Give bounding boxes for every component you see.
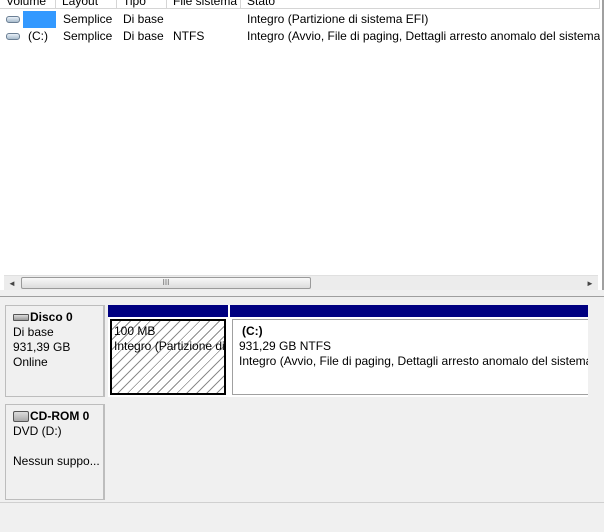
disk-0-type: Di base [13, 325, 54, 339]
volume-layout: Semplice [63, 12, 113, 26]
bottom-strip [0, 502, 604, 532]
volume-row-efi[interactable]: Semplice Di base Integro (Partizione di … [0, 11, 600, 28]
partition-name: (C:) [242, 324, 263, 338]
partition-size: 931,29 GB NTFS [239, 339, 332, 353]
cdrom-0-name: CD-ROM 0 [30, 409, 90, 423]
partition-status: Integro (Partizione di sistema EFI) [114, 339, 225, 353]
volume-filesystem: NTFS [173, 29, 205, 43]
column-header-volume[interactable]: Volume [0, 0, 56, 8]
disk-0-label[interactable]: Disco 0 Di base 931,39 GB Online [5, 305, 105, 397]
volume-type: Di base [123, 29, 164, 43]
volume-drive-icon [6, 16, 20, 23]
volume-name: (C:) [28, 29, 48, 43]
partition-bar [230, 305, 596, 317]
column-header-file-system[interactable]: File sistema [167, 0, 241, 8]
horizontal-scrollbar[interactable]: ◄ III ► [4, 275, 598, 290]
partition-efi[interactable]: 100 MB Integro (Partizione di sistema EF… [108, 305, 228, 397]
column-header-row: Volume Layout Tipo File sistema Stato [0, 0, 600, 9]
column-header-layout[interactable]: Layout [56, 0, 117, 8]
scroll-right-arrow-icon[interactable]: ► [582, 276, 598, 290]
partition-efi-body[interactable]: 100 MB Integro (Partizione di sistema EF… [110, 319, 226, 395]
partition-status: Integro (Avvio, File di paging, Dettagli… [239, 354, 593, 368]
selected-volume-name[interactable] [23, 11, 56, 28]
cdrom-0-title: CD-ROM 0 [13, 409, 103, 424]
cdrom-0-area [108, 404, 596, 500]
hard-disk-icon [13, 314, 29, 321]
volume-row-c[interactable]: (C:) Semplice Di base NTFS Integro (Avvi… [0, 28, 600, 45]
partition-c-body[interactable]: (C:) 931,29 GB NTFS Integro (Avvio, File… [232, 319, 594, 395]
cdrom-0-status: Nessun suppo... [13, 454, 100, 468]
column-header-tipo[interactable]: Tipo [117, 0, 167, 8]
scroll-left-arrow-icon[interactable]: ◄ [4, 276, 20, 290]
vertical-scrollbar[interactable] [588, 297, 602, 531]
column-header-stato[interactable]: Stato [241, 0, 600, 8]
volume-list-pane: Volume Layout Tipo File sistema Stato Se… [0, 0, 604, 290]
disk-view-pane: Disco 0 Di base 931,39 GB Online 100 MB … [0, 297, 604, 531]
volume-status: Integro (Avvio, File di paging, Dettagli… [247, 29, 600, 43]
disk-0-title: Disco 0 [13, 310, 103, 325]
volume-drive-icon [6, 33, 20, 40]
disk-0-partitions: 100 MB Integro (Partizione di sistema EF… [108, 305, 596, 397]
disk-0-name: Disco 0 [30, 310, 73, 324]
partition-c[interactable]: (C:) 931,29 GB NTFS Integro (Avvio, File… [230, 305, 596, 397]
disk-0-size: 931,39 GB [13, 340, 71, 354]
scrollbar-thumb[interactable]: III [21, 277, 311, 289]
partition-size: 100 MB [114, 324, 156, 338]
cdrom-0-label[interactable]: CD-ROM 0 DVD (D:) Nessun suppo... [5, 404, 105, 500]
volume-layout: Semplice [63, 29, 113, 43]
cdrom-0-type: DVD (D:) [13, 424, 62, 438]
cd-rom-icon [13, 411, 29, 422]
volume-type: Di base [123, 12, 164, 26]
volume-status: Integro (Partizione di sistema EFI) [247, 12, 429, 26]
partition-bar [108, 305, 228, 317]
disk-0-status: Online [13, 355, 48, 369]
